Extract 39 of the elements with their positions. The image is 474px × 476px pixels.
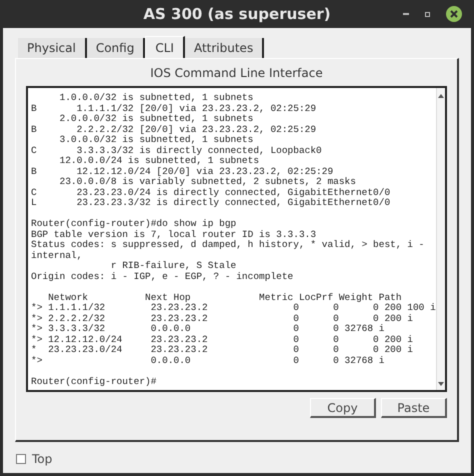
close-icon[interactable]	[446, 6, 462, 22]
terminal-line: C 3.3.3.3/32 is directly connected, Loopback0	[31, 146, 323, 156]
terminal-line: * 23.23.23.0/24 23.23.23.2 0 0 0 200 i	[31, 345, 414, 356]
terminal-line: B 12.12.12.0/24 [20/0] via 23.23.23.2, 02:25:29	[31, 166, 334, 177]
terminal-line: *> 2.2.2.2/32 23.23.23.2 0 0 0 200 i	[31, 314, 414, 324]
terminal-line: Origin codes: i - IGP, e - EGP, ? - incomplete	[31, 272, 294, 282]
scroll-up-icon[interactable]	[436, 92, 445, 100]
checkbox-label: Top	[32, 451, 52, 468]
terminal-line: *> 12.12.12.0/24 23.23.23.2 0 0 0 200 i	[31, 334, 414, 345]
tab[interactable]: Physical	[18, 38, 87, 58]
terminal-line: r RIB-failure, S Stale	[110, 261, 238, 272]
tab[interactable]: CLI	[145, 36, 185, 58]
terminal-line: internal,	[31, 250, 84, 261]
terminal-line: BGP table version is 7, local router ID is 3.3.3.3	[31, 230, 318, 240]
terminal-line: *> 0.0.0.0 0 0 32768 i	[31, 356, 386, 366]
paste-button[interactable]: Paste	[381, 398, 447, 418]
tab[interactable]: Attributes	[184, 38, 264, 58]
copy-button[interactable]: Copy	[310, 398, 376, 418]
window-title: AS 300 (as superuser)	[143, 4, 331, 25]
terminal-line: Router(config-router)#do show ip bgp	[31, 219, 238, 230]
maximize-icon[interactable]	[425, 12, 430, 16]
tab[interactable]: Config	[86, 38, 146, 58]
terminal-line: 1.0.0.0/32 is subnetted, 1 subnets	[58, 93, 254, 104]
terminal-line: 2.0.0.0/32 is subnetted, 1 subnets	[58, 114, 254, 124]
terminal-line: C 23.23.23.0/24 is directly connected, GigabitEthernet0/0	[31, 188, 392, 198]
terminal-line: *> 3.3.3.3/32 0.0.0.0 0 0 32768 i	[31, 324, 386, 334]
scroll-down-icon[interactable]	[436, 380, 445, 388]
terminal-line: 12.0.0.0/24 is subnetted, 1 subnets	[58, 156, 260, 166]
checkbox[interactable]	[16, 454, 26, 464]
terminal-line: Router(config-router)#	[31, 376, 158, 387]
terminal-line: B 2.2.2.2/32 [20/0] via 23.23.23.2, 02:25:29	[31, 124, 318, 135]
terminal-line: 23.0.0.0/8 is variably subnetted, 2 subnets, 2 masks	[58, 177, 357, 188]
terminal-line: *> 1.1.1.1/32 23.23.23.2 0 0 0 200 100 i	[31, 303, 436, 314]
terminal-line: L 23.23.23.3/32 is directly connected, GigabitEthernet0/0	[31, 198, 392, 208]
terminal-line: Status codes: s suppressed, d damped, h history, * valid, > best, i -	[31, 240, 426, 250]
terminal-line: 3.0.0.0/32 is subnetted, 1 subnets	[58, 135, 254, 146]
terminal-line: Network Next Hop Metric LocPrf Weight Path	[47, 292, 403, 303]
terminal-line: B 1.1.1.1/32 [20/0] via 23.23.23.2, 02:25:29	[31, 104, 318, 114]
panel-heading: IOS Command Line Interface	[150, 65, 323, 82]
